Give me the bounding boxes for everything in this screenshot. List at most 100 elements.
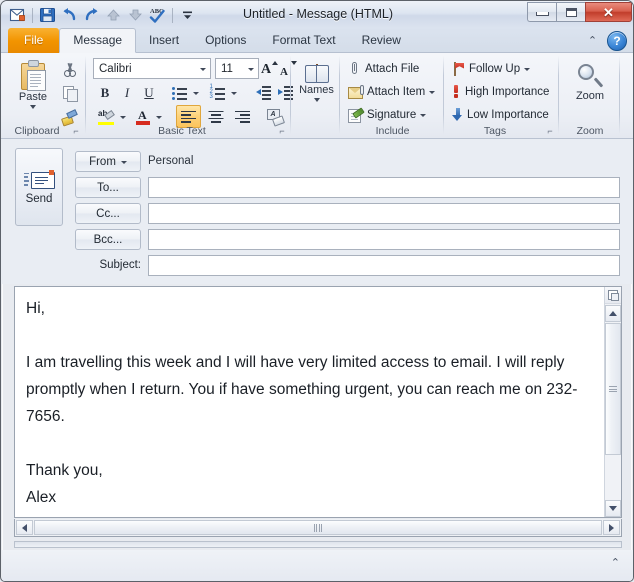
help-icon[interactable]: ? <box>607 31 627 51</box>
font-color-button[interactable]: A <box>133 106 153 127</box>
minimize-button[interactable] <box>527 2 556 22</box>
collapse-ribbon-icon[interactable]: ⌃ <box>586 35 599 48</box>
names-dropdown-icon[interactable] <box>313 98 320 102</box>
split-window-button[interactable] <box>605 287 621 304</box>
low-importance-button[interactable]: Low Importance <box>449 104 552 125</box>
grow-font-button[interactable]: A <box>261 58 278 79</box>
font-name-combo[interactable]: Calibri <box>93 58 211 79</box>
signature-icon <box>348 106 365 123</box>
follow-up-button[interactable]: Follow Up <box>449 58 533 79</box>
tab-message[interactable]: Message <box>59 28 137 53</box>
previous-item-icon[interactable] <box>103 5 124 26</box>
zoom-button-label: Zoom <box>575 90 605 102</box>
group-label-basic-text: Basic Text <box>158 125 206 137</box>
window-controls: ✕ <box>527 2 632 22</box>
to-button[interactable]: To... <box>75 177 141 198</box>
address-book-button[interactable]: Names <box>298 61 335 104</box>
attach-item-button[interactable]: Attach Item <box>345 81 438 102</box>
copy-button[interactable] <box>59 83 81 104</box>
close-button[interactable]: ✕ <box>585 2 632 22</box>
tab-file[interactable]: File <box>8 28 60 53</box>
ribbon-group-clipboard: Paste Clipboard ⌐ <box>1 53 86 138</box>
bcc-button[interactable]: Bcc... <box>75 229 141 250</box>
high-importance-button[interactable]: High Importance <box>449 81 552 102</box>
ribbon-tab-strip-right: ⌃ ? <box>586 31 627 51</box>
copy-icon <box>62 86 78 102</box>
scroll-down-button[interactable] <box>605 500 621 517</box>
cut-button[interactable] <box>59 59 81 80</box>
scroll-left-button[interactable] <box>16 520 33 535</box>
text-highlight-dropdown-button[interactable] <box>117 106 129 127</box>
text-highlight-button[interactable]: ab <box>95 106 117 127</box>
bcc-label: Bcc... <box>93 233 123 246</box>
group-separator-zoom <box>619 56 620 134</box>
ribbon-tabs: File Message Insert Options Format Text … <box>8 28 414 53</box>
address-book-icon <box>304 63 329 83</box>
body-vertical-scrollbar[interactable] <box>604 287 621 517</box>
clipboard-dialog-launcher[interactable]: ⌐ <box>71 126 81 136</box>
message-header-pane: Send From Personal To... Cc... Bcc... Su… <box>1 139 633 284</box>
status-bar: ⌃ <box>2 550 633 581</box>
bold-button[interactable]: B <box>95 82 115 103</box>
save-icon[interactable] <box>37 5 58 26</box>
signature-button[interactable]: Signature <box>345 104 429 125</box>
tab-options[interactable]: Options <box>192 28 259 53</box>
status-expand-icon[interactable]: ⌃ <box>611 558 620 569</box>
tab-format-text[interactable]: Format Text <box>259 28 348 53</box>
redo-icon[interactable] <box>81 5 102 26</box>
vertical-scroll-thumb[interactable] <box>605 323 621 455</box>
numbering-icon: 1 2 3 <box>210 84 225 100</box>
follow-up-dropdown-icon[interactable] <box>524 68 531 71</box>
font-size-combo[interactable]: 11 <box>215 58 259 79</box>
numbering-dropdown-button[interactable] <box>228 82 240 103</box>
tab-insert[interactable]: Insert <box>136 28 192 53</box>
bullets-dropdown-button[interactable] <box>190 82 202 103</box>
tab-review[interactable]: Review <box>349 28 414 53</box>
signature-dropdown-icon[interactable] <box>420 114 427 117</box>
bcc-input[interactable] <box>148 229 620 250</box>
scroll-up-button[interactable] <box>605 305 621 322</box>
maximize-button[interactable] <box>556 2 585 22</box>
numbering-button[interactable]: 1 2 3 <box>206 82 228 103</box>
tags-dialog-launcher[interactable]: ⌐ <box>545 126 555 136</box>
attach-file-button[interactable]: Attach File <box>345 58 422 79</box>
font-name-dropdown-icon[interactable] <box>195 66 210 71</box>
font-color-dropdown-button[interactable] <box>153 106 165 127</box>
next-item-icon[interactable] <box>125 5 146 26</box>
font-size-value: 11 <box>221 62 233 75</box>
underline-button[interactable]: U <box>139 82 159 103</box>
bullets-button[interactable] <box>168 82 190 103</box>
group-separator-include <box>443 56 444 134</box>
from-button[interactable]: From <box>75 151 141 172</box>
title-bar: ABC Untitled - Message (HTML) ✕ <box>1 1 633 28</box>
spelling-icon[interactable]: ABC <box>147 5 168 26</box>
scroll-right-button[interactable] <box>603 520 620 535</box>
customize-qat-icon[interactable] <box>177 5 198 26</box>
cc-button[interactable]: Cc... <box>75 203 141 224</box>
scroll-down-icon <box>609 506 617 511</box>
attach-file-label: Attach File <box>365 62 420 75</box>
message-body-text[interactable]: Hi, I am travelling this week and I will… <box>26 295 586 511</box>
ribbon-group-include: Attach File Attach Item Signature Includ… <box>341 53 444 138</box>
horizontal-scroll-track[interactable] <box>34 520 602 535</box>
attach-item-dropdown-icon[interactable] <box>429 91 436 94</box>
message-body-pane[interactable]: Hi, I am travelling this week and I will… <box>14 286 622 518</box>
send-button[interactable]: Send <box>15 148 63 226</box>
paste-button[interactable]: Paste <box>10 58 56 111</box>
subject-input[interactable] <box>148 255 620 276</box>
horizontal-scroll-thumb[interactable] <box>34 520 602 535</box>
to-input[interactable] <box>148 177 620 198</box>
zoom-button[interactable]: Zoom <box>570 61 610 104</box>
undo-icon[interactable] <box>59 5 80 26</box>
group-separator-basic-text <box>290 56 291 134</box>
font-size-dropdown-icon[interactable] <box>243 66 258 71</box>
cc-input[interactable] <box>148 203 620 224</box>
quick-access-toolbar: ABC <box>7 4 198 26</box>
paste-dropdown-icon[interactable] <box>30 105 36 109</box>
italic-button[interactable]: I <box>117 82 137 103</box>
high-importance-label: High Importance <box>465 85 550 98</box>
body-horizontal-scrollbar[interactable] <box>14 519 622 537</box>
outlook-item-icon[interactable] <box>7 5 28 26</box>
decrease-indent-button[interactable] <box>253 82 274 103</box>
basic-text-dialog-launcher[interactable]: ⌐ <box>277 126 287 136</box>
